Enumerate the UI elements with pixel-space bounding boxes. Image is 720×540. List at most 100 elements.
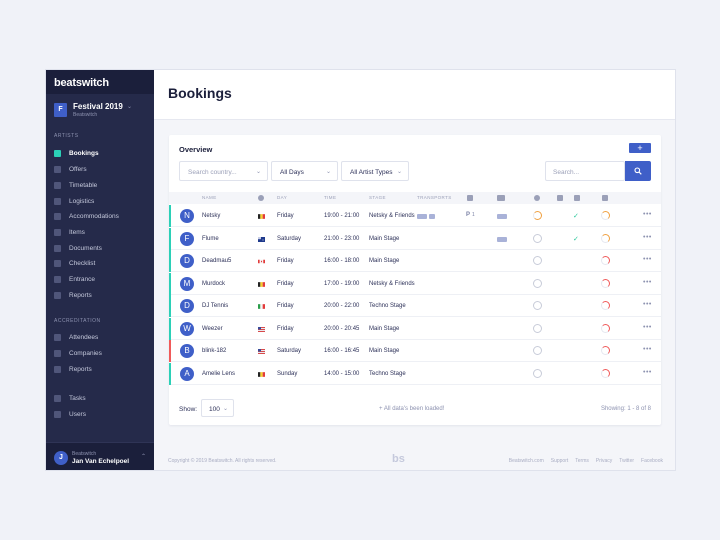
artist-name[interactable]: blink-182	[202, 348, 226, 354]
artist-type-filter[interactable]: All Artist Types ⌄	[341, 161, 409, 181]
more-options-icon[interactable]: •••	[643, 346, 652, 353]
artist-name[interactable]: DJ Tennis	[202, 303, 228, 309]
artist-name[interactable]: Deadmau5	[202, 258, 231, 264]
more-options-icon[interactable]: •••	[643, 279, 652, 286]
booking-day: Friday	[277, 213, 294, 219]
table-header: NAME DAY TIME STAGE TRANSPORTS	[169, 192, 661, 204]
header-name[interactable]: NAME	[202, 195, 217, 200]
event-switcher[interactable]: F Festival 2019 Beatswitch ⌄	[54, 101, 148, 121]
brand-logo[interactable]: beatswitch	[46, 70, 154, 94]
table-row[interactable]: M Murdock Friday 17:00 - 19:00 Netsky & Frie…	[169, 272, 661, 295]
table-row[interactable]: D DJ Tennis Friday 20:00 - 22:00 Techno Stag…	[169, 295, 661, 317]
sidebar-item-bookings[interactable]: Bookings	[54, 147, 149, 159]
bed-icon	[497, 195, 505, 201]
country-filter[interactable]: Search country... ⌄	[179, 161, 268, 181]
artist-name[interactable]: Netsky	[202, 213, 220, 219]
more-options-icon[interactable]: •••	[643, 369, 652, 376]
footer-link[interactable]: Terms	[575, 458, 589, 464]
sidebar-item-offers[interactable]: Offers	[54, 163, 149, 175]
sidebar-item-documents[interactable]: Documents	[54, 242, 149, 254]
table-row[interactable]: N Netsky Friday 19:00 - 21:00 Netsky & Frien…	[169, 205, 661, 227]
progress-ring-icon	[601, 301, 610, 310]
artist-avatar: M	[180, 276, 194, 291]
progress-ring-icon	[601, 323, 610, 333]
document-icon	[54, 244, 61, 252]
artist-name[interactable]: Flume	[202, 236, 219, 242]
sidebar-item-checklist[interactable]: Checklist	[54, 257, 149, 269]
sidebar-item-timetable[interactable]: Timetable	[54, 179, 149, 191]
footer-link[interactable]: Privacy	[596, 458, 612, 464]
booking-time: 20:00 - 22:00	[324, 303, 360, 309]
tasks-icon	[54, 394, 61, 402]
booking-day: Saturday	[277, 235, 302, 242]
artist-avatar: D	[180, 254, 194, 268]
page-footer: Copyright © 2019 Beatswitch. All rights …	[154, 450, 675, 470]
booking-time: 14:00 - 15:00	[324, 370, 360, 377]
table-footer: Show: 100 ⌄ + All data's been loaded! Sh…	[169, 395, 661, 425]
booking-stage: Techno Stage	[369, 303, 406, 309]
section-label-artists: ARTISTS	[54, 133, 79, 139]
more-options-icon[interactable]: •••	[643, 211, 652, 218]
sidebar-item-reports[interactable]: Reports	[54, 289, 149, 301]
flight-icon	[417, 214, 427, 219]
section-label-accreditation: ACCREDITATION	[54, 318, 101, 324]
sidebar-item-items[interactable]: Items	[54, 226, 149, 238]
country-filter-placeholder: Search country...	[188, 169, 237, 176]
artist-name[interactable]: Amelie Lens	[202, 371, 235, 377]
header-stage[interactable]: STAGE	[369, 195, 386, 200]
more-options-icon[interactable]: •••	[643, 234, 652, 241]
status-ring-icon	[533, 211, 542, 220]
table-row[interactable]: A Amelie Lens Sunday 14:00 - 15:00 Techno St…	[169, 362, 661, 385]
sidebar-item-logistics[interactable]: Logistics	[54, 195, 149, 207]
tag-icon	[54, 228, 61, 236]
attendees-icon	[54, 333, 61, 341]
progress-ring-icon	[601, 233, 610, 243]
artist-name[interactable]: Weezer	[202, 326, 223, 332]
table-row[interactable]: F Flume Saturday 21:00 - 23:00 Main Stage ✓ ••…	[169, 227, 661, 250]
overview-card: Overview + Search country... ⌄ All Days …	[169, 135, 661, 425]
table-row[interactable]: Bblink-182 Saturday 16:00 - 16:45 Main Stag…	[169, 340, 661, 362]
reports-icon	[54, 291, 61, 299]
row-status-accent	[169, 340, 171, 362]
footer-link[interactable]: Beatswitch.com	[509, 458, 544, 464]
header-day[interactable]: DAY	[277, 195, 287, 200]
booking-day: Sunday	[277, 370, 298, 377]
day-filter[interactable]: All Days ⌄	[271, 161, 338, 181]
more-options-icon[interactable]: •••	[643, 256, 652, 263]
sidebar-item-companies[interactable]: Companies	[54, 347, 149, 359]
user-menu[interactable]: J Beatswitch Jan Van Echelpoel ⌃	[46, 442, 154, 470]
search-button[interactable]	[625, 161, 651, 181]
chevron-down-icon: ⌄	[127, 104, 133, 110]
sidebar-item-accreditation-reports[interactable]: Reports	[54, 363, 149, 375]
footer-link[interactable]: Twitter	[619, 458, 634, 464]
table-row[interactable]: D Deadmau5 Friday 16:00 - 18:00 Main Stage ••…	[169, 250, 661, 272]
more-options-icon[interactable]: •••	[643, 301, 652, 308]
sidebar-item-label: Accommodations	[69, 212, 119, 220]
sidebar-item-label: Timetable	[69, 181, 98, 189]
sidebar-item-users[interactable]: Users	[54, 408, 149, 420]
sidebar-item-entrance[interactable]: Entrance	[54, 273, 149, 285]
footer-link[interactable]: Facebook	[641, 458, 663, 464]
sidebar-item-attendees[interactable]: Attendees	[54, 331, 149, 343]
artist-type-filter-value: All Artist Types	[350, 169, 393, 176]
status-icon	[534, 195, 540, 201]
artist-name[interactable]: Murdock	[202, 281, 225, 287]
page-size-select[interactable]: 100 ⌄	[201, 399, 234, 417]
car-icon	[429, 214, 435, 219]
chevron-updown-icon: ⌃	[140, 454, 146, 460]
status-ring-icon	[533, 256, 542, 265]
footer-link[interactable]: Support	[551, 458, 569, 464]
booking-day: Saturday	[277, 348, 302, 354]
booking-time: 19:00 - 21:00	[324, 213, 360, 219]
table-row[interactable]: W Weezer Friday 20:00 - 20:45 Main Stage •••	[169, 317, 661, 340]
sidebar-item-accommodations[interactable]: Accommodations	[54, 210, 149, 222]
add-booking-button[interactable]: +	[629, 143, 651, 153]
search-input[interactable]: Search...	[545, 161, 625, 181]
overview-title: Overview	[179, 145, 213, 154]
header-transports[interactable]: TRANSPORTS	[417, 195, 452, 200]
sidebar-item-tasks[interactable]: Tasks	[54, 392, 149, 404]
footer-links: Beatswitch.com Support Terms Privacy Twi…	[509, 458, 663, 464]
header-time[interactable]: TIME	[324, 195, 336, 200]
more-options-icon[interactable]: •••	[643, 324, 652, 331]
check-icon: ✓	[573, 235, 579, 243]
